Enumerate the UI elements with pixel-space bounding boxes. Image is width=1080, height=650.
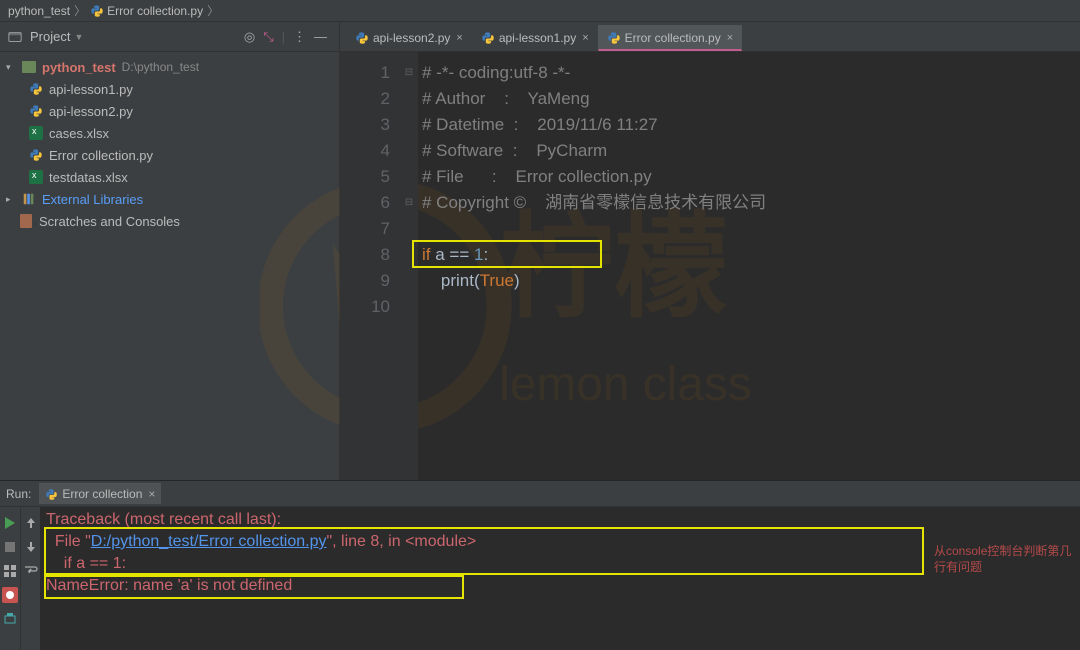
annotation-note: 从console控制台判断第几行有问题: [934, 543, 1074, 575]
layout-icon[interactable]: [2, 563, 18, 579]
console-output[interactable]: Traceback (most recent call last): File …: [40, 507, 1080, 650]
python-icon: [45, 488, 58, 501]
excel-icon: [29, 126, 43, 140]
close-icon[interactable]: ×: [582, 32, 588, 44]
wrap-icon[interactable]: [23, 563, 39, 579]
breadcrumb-file[interactable]: Error collection.py: [90, 4, 203, 18]
target-icon[interactable]: ◎: [244, 29, 255, 45]
editor-tabs: api-lesson2.py× api-lesson1.py× Error co…: [340, 22, 1080, 52]
library-icon: [22, 192, 36, 206]
run-toolbar-left2: [20, 507, 40, 650]
close-icon[interactable]: ×: [727, 32, 733, 44]
up-icon[interactable]: [23, 515, 39, 531]
debug-icon[interactable]: [2, 587, 18, 603]
stop-icon[interactable]: [2, 539, 18, 555]
project-root[interactable]: ▾ python_test D:\python_test: [0, 56, 339, 78]
divider: |: [282, 29, 285, 44]
python-icon: [90, 4, 104, 18]
chevron-right-icon: ▸: [6, 194, 18, 205]
project-tree: ▾ python_test D:\python_test api-lesson1…: [0, 52, 339, 236]
console-line: if a == 1:: [46, 553, 1074, 575]
python-icon: [355, 31, 369, 45]
python-icon: [29, 82, 43, 96]
line-gutter: 12345678910: [340, 52, 400, 480]
python-icon: [29, 104, 43, 118]
file-cases-xlsx[interactable]: cases.xlsx: [0, 122, 339, 144]
scratches-consoles[interactable]: Scratches and Consoles: [0, 210, 339, 232]
python-icon: [29, 148, 43, 162]
chevron-down-icon: ▼: [74, 32, 83, 42]
file-error-collection[interactable]: Error collection.py: [0, 144, 339, 166]
project-sidebar: Project ▼ ◎ ⤡ | ⋮ — ▾ python_test D:\pyt…: [0, 22, 340, 480]
project-selector[interactable]: Project ▼: [8, 29, 83, 44]
chevron-down-icon: ▾: [6, 62, 18, 73]
code-editor[interactable]: 12345678910 ⊟⊟ # -*- coding:utf-8 -*- # …: [340, 52, 1080, 480]
run-label: Run:: [6, 487, 31, 501]
chevron-right-icon: 〉: [207, 2, 219, 19]
run-toolbar-left: [0, 507, 20, 650]
code-area[interactable]: # -*- coding:utf-8 -*- # Author : YaMeng…: [418, 52, 1080, 480]
more-icon[interactable]: ⋮: [293, 29, 306, 45]
chevron-right-icon: 〉: [74, 2, 86, 19]
python-icon: [481, 31, 495, 45]
scratch-icon: [20, 214, 32, 228]
console-line: File "D:/python_test/Error collection.py…: [46, 531, 1074, 553]
file-api-lesson1[interactable]: api-lesson1.py: [0, 78, 339, 100]
close-icon[interactable]: ×: [148, 487, 155, 501]
close-icon[interactable]: ×: [456, 32, 462, 44]
fold-column: ⊟⊟: [400, 52, 418, 480]
python-icon: [607, 31, 621, 45]
console-line: NameError: name 'a' is not defined: [46, 575, 1074, 597]
project-icon: [8, 30, 22, 44]
console-line: Traceback (most recent call last):: [46, 509, 1074, 531]
print-icon[interactable]: [2, 611, 18, 627]
external-libraries[interactable]: ▸ External Libraries: [0, 188, 339, 210]
folder-icon: [22, 61, 36, 73]
hide-icon[interactable]: —: [314, 29, 327, 44]
excel-icon: [29, 170, 43, 184]
down-icon[interactable]: [23, 539, 39, 555]
tab-api-lesson1[interactable]: api-lesson1.py×: [472, 25, 598, 51]
collapse-icon[interactable]: ⤡: [263, 29, 273, 45]
run-panel: Run: Error collection × Traceback (most …: [0, 480, 1080, 650]
tab-api-lesson2[interactable]: api-lesson2.py×: [346, 25, 472, 51]
file-testdatas-xlsx[interactable]: testdatas.xlsx: [0, 166, 339, 188]
tab-error-collection[interactable]: Error collection.py×: [598, 25, 742, 51]
run-tab[interactable]: Error collection ×: [39, 483, 161, 504]
rerun-icon[interactable]: [2, 515, 18, 531]
breadcrumb-project[interactable]: python_test: [8, 4, 70, 18]
file-api-lesson2[interactable]: api-lesson2.py: [0, 100, 339, 122]
breadcrumb: python_test 〉 Error collection.py 〉: [0, 0, 1080, 22]
file-link[interactable]: D:/python_test/Error collection.py: [91, 533, 327, 550]
